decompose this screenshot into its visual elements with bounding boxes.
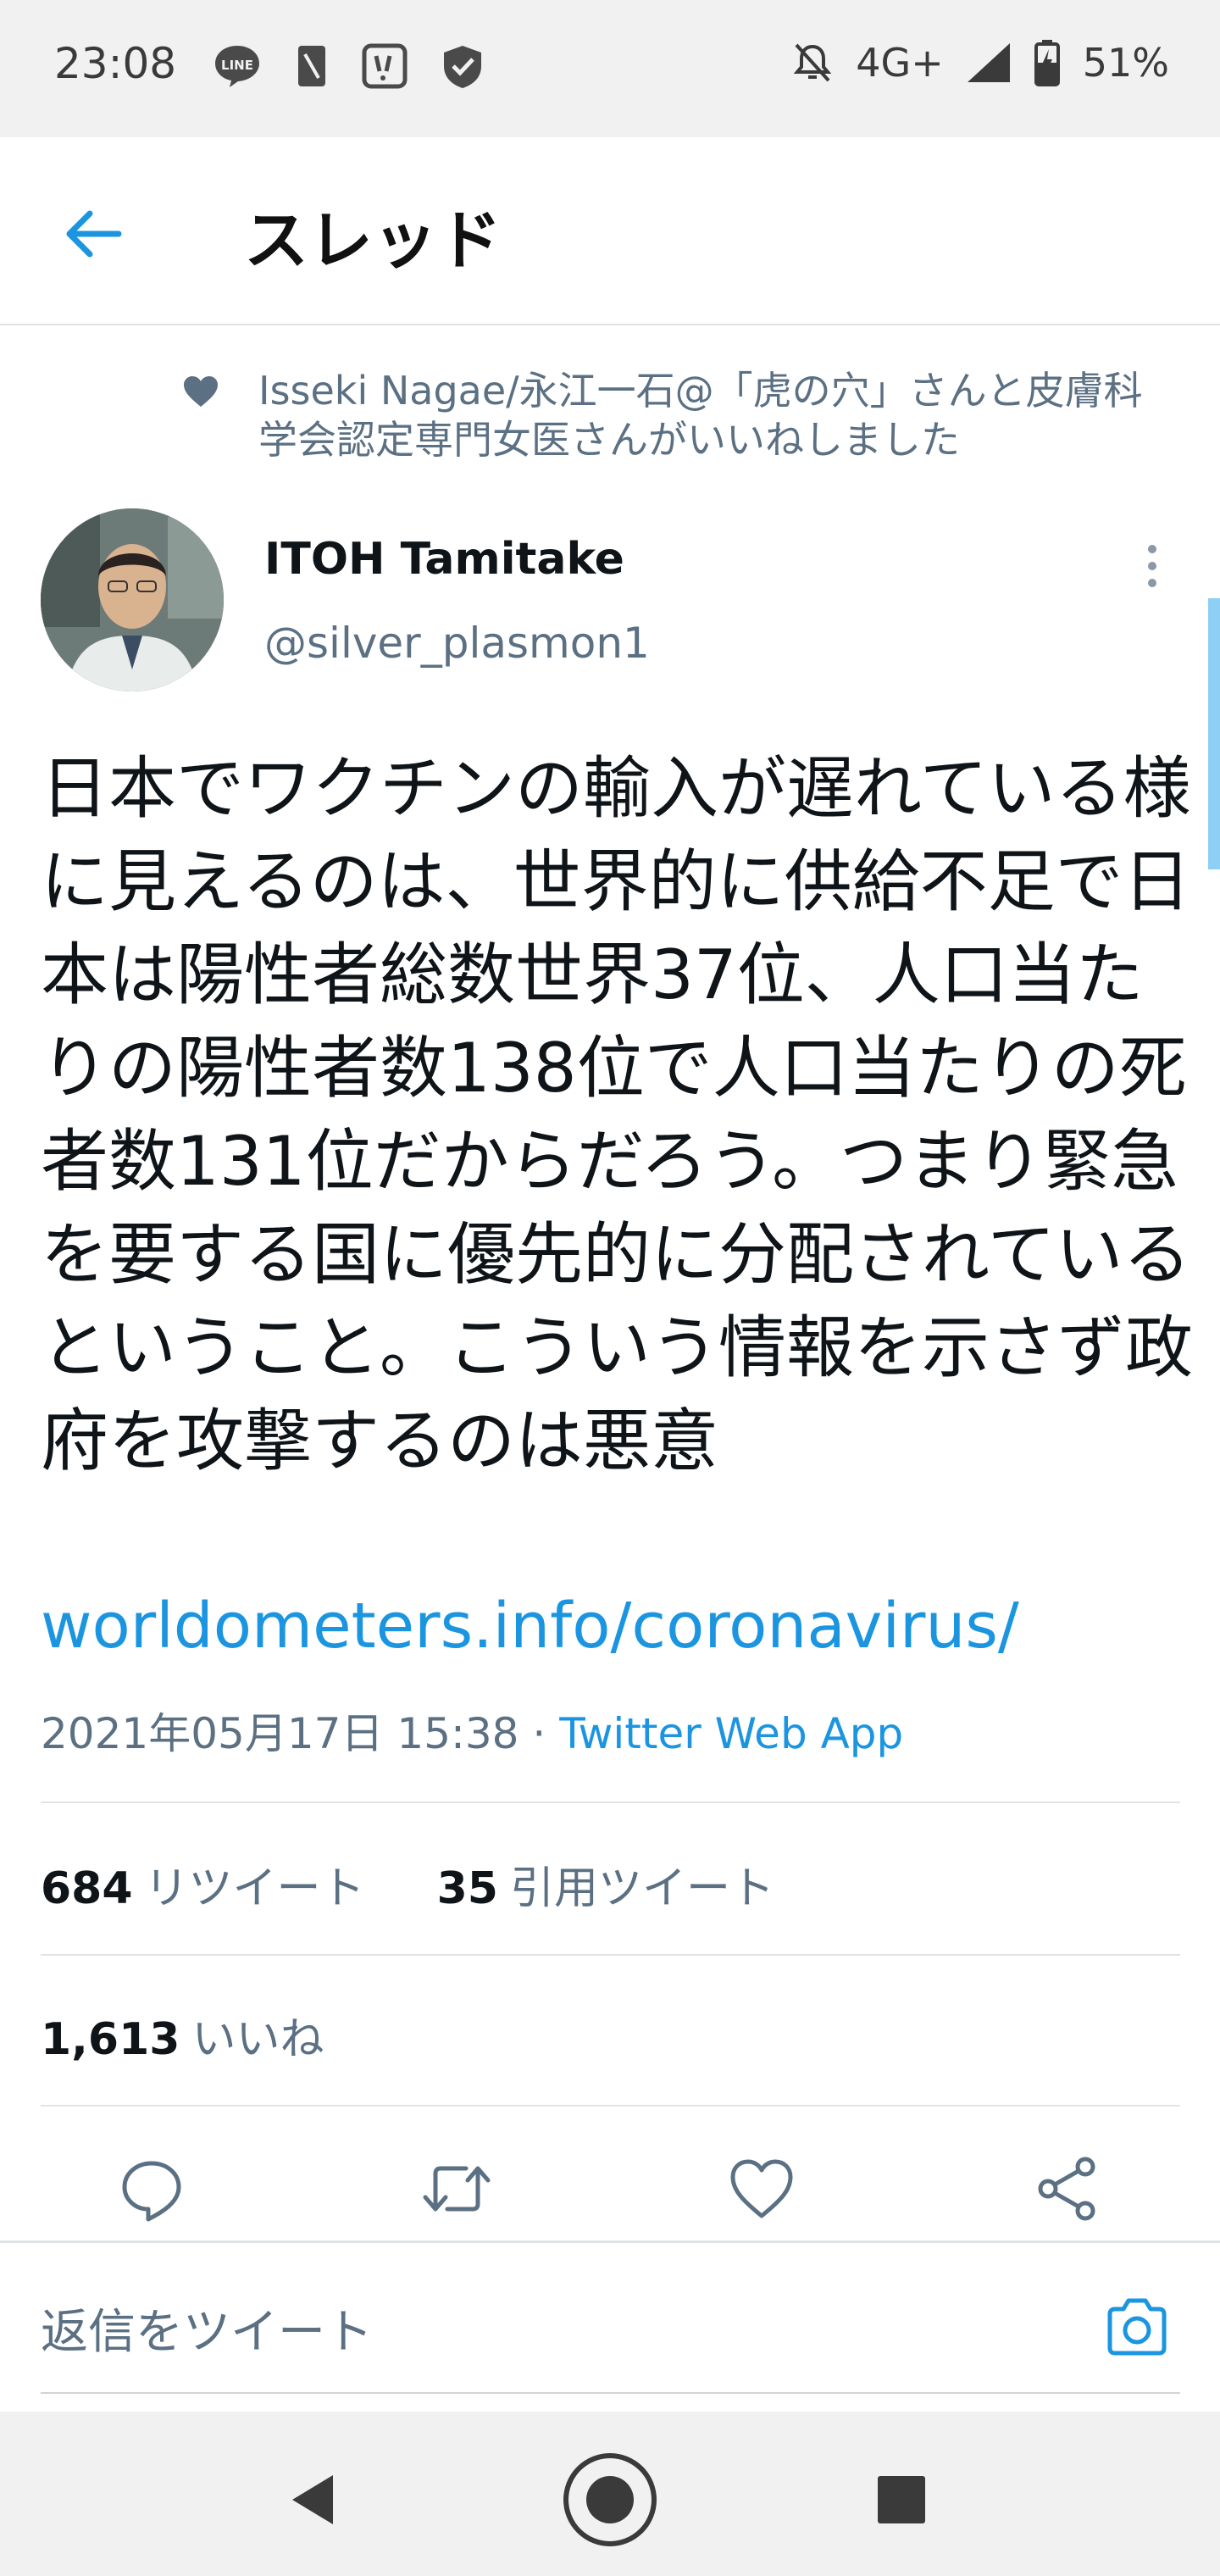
share-button[interactable] [1029,2151,1105,2227]
battery-level: 51% [1082,40,1169,86]
avatar-photo [41,508,224,691]
likes-link[interactable]: 1,613 いいね [41,2014,324,2065]
triangle-back-icon [292,2475,333,2524]
liked-by-text: Isseki Nagae/永江一石@「虎の穴」さんと皮膚科学会認定専門女医さんが… [258,368,1143,463]
share-icon [1038,2157,1095,2221]
retweets-count: 684 [41,1863,133,1914]
quotes-link[interactable]: 35 引用ツイート [437,1863,774,1914]
reply-button[interactable] [114,2151,190,2227]
app-header: スレッド [0,137,1220,325]
meta-separator: · [532,1709,546,1758]
shield-icon [441,42,485,90]
likes-count: 1,613 [41,2014,180,2065]
signal-icon [966,42,1012,84]
reply-bar: 返信をツイート [0,2240,1220,2394]
likes-label: いいね [191,2014,324,2065]
likes-stats: 1,613 いいね [41,2003,324,2067]
retweet-stats: 684 リツイート 35 引用ツイート [41,1852,774,1916]
back-button[interactable] [59,200,127,268]
line-icon: LINE [212,42,263,90]
retweets-label: リツイート [144,1863,365,1914]
like-button[interactable] [724,2151,800,2227]
status-time: 23:08 [54,39,177,88]
more-options-button[interactable] [1135,542,1169,590]
retweet-button[interactable] [419,2151,495,2227]
square-recents-icon [878,2476,925,2523]
quotes-label: 引用ツイート [510,1863,775,1914]
nav-recents-button[interactable] [851,2449,952,2551]
author-name[interactable]: ITOH Tamitake [264,534,624,585]
network-type: 4G+ [856,40,944,86]
retweets-link[interactable]: 684 リツイート [41,1863,365,1914]
mute-icon [791,40,834,86]
arrow-left-icon [66,210,122,258]
status-bar: 23:08 LINE 4G+ 51% [0,0,1220,137]
author-handle[interactable]: @silver_plasmon1 [264,619,650,668]
heart-icon [182,375,219,412]
camera-icon [1107,2298,1167,2356]
notification-icon [361,42,408,90]
reply-icon [122,2161,181,2222]
tweet-link[interactable]: worldometers.info/coronavirus/ [41,1590,1019,1663]
scrollbar[interactable] [1208,598,1220,869]
divider [41,1802,1180,1803]
nav-home-button[interactable] [559,2449,661,2551]
tweet-timestamp: 2021年05月17日 15:38 [41,1709,519,1758]
reply-input[interactable]: 返信をツイート [41,2294,373,2362]
heart-outline-icon [730,2159,793,2218]
home-circle-icon [563,2453,657,2546]
avatar[interactable] [41,508,224,691]
divider [41,2105,1180,2107]
quotes-count: 35 [436,1863,498,1914]
divider [41,1954,1180,1956]
retweet-icon [423,2166,491,2212]
svg-text:LINE: LINE [221,58,253,73]
tweet-text: 日本でワクチンの輸入が遅れている様に見えるのは、世界的に供給不足で日本は陽性者総… [41,749,1193,1480]
camera-button[interactable] [1101,2292,1173,2363]
page-title: スレッド [244,203,502,278]
battery-icon [1034,39,1061,86]
system-nav-bar [0,2412,1220,2576]
reply-underline [41,2392,1180,2394]
sim-icon [295,42,329,90]
tweet-meta: 2021年05月17日 15:38 · Twitter Web App [41,1700,903,1761]
nav-back-button[interactable] [263,2449,364,2551]
source-app-link[interactable]: Twitter Web App [559,1709,903,1758]
more-vertical-icon [1148,545,1156,587]
